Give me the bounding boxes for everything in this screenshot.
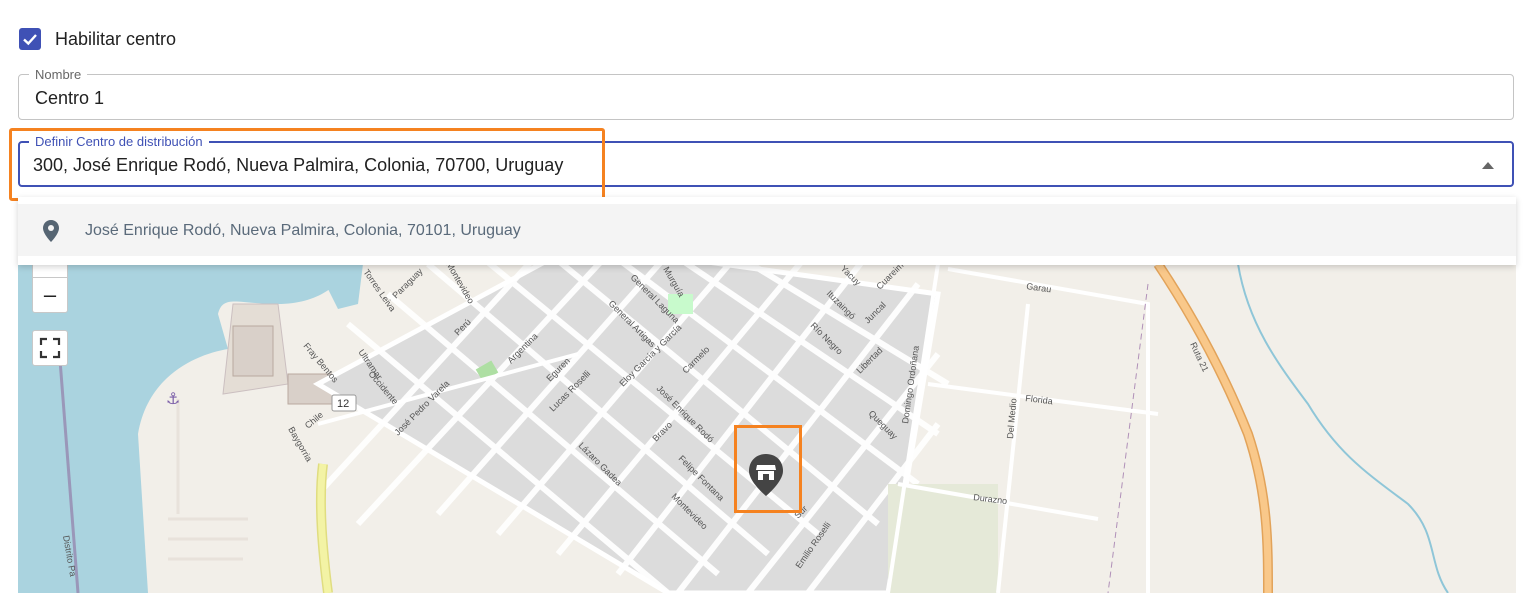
highlight-box-marker	[734, 425, 802, 513]
svg-text:Paraguay: Paraguay	[390, 266, 425, 301]
svg-text:Florida: Florida	[1025, 393, 1054, 406]
check-icon	[23, 34, 37, 46]
enable-center-checkbox[interactable]	[19, 28, 41, 50]
zoom-out-button[interactable]: –	[32, 277, 68, 313]
caret-up-icon[interactable]	[1482, 162, 1494, 169]
suggestion-text: José Enrique Rodó, Nueva Palmira, Coloni…	[85, 222, 521, 239]
location-pin-icon	[43, 220, 59, 242]
name-field[interactable]: Nombre Centro 1	[18, 67, 1514, 120]
svg-text:⚓: ⚓	[166, 389, 180, 408]
zoom-in-button[interactable]	[32, 264, 68, 277]
suggestion-option[interactable]: José Enrique Rodó, Nueva Palmira, Coloni…	[18, 204, 1516, 256]
svg-text:12: 12	[337, 398, 349, 410]
svg-text:Baygorria: Baygorria	[286, 425, 314, 463]
address-suggestions-dropdown: José Enrique Rodó, Nueva Palmira, Coloni…	[18, 197, 1516, 265]
name-field-label: Nombre	[29, 67, 88, 82]
fullscreen-button[interactable]	[32, 330, 68, 366]
enable-center-label: Habilitar centro	[55, 29, 177, 49]
svg-text:Chile: Chile	[303, 410, 325, 431]
svg-text:Garau: Garau	[1026, 281, 1052, 294]
highlight-box-address	[9, 128, 605, 201]
name-field-value[interactable]: Centro 1	[35, 87, 104, 109]
fullscreen-icon	[39, 337, 61, 359]
